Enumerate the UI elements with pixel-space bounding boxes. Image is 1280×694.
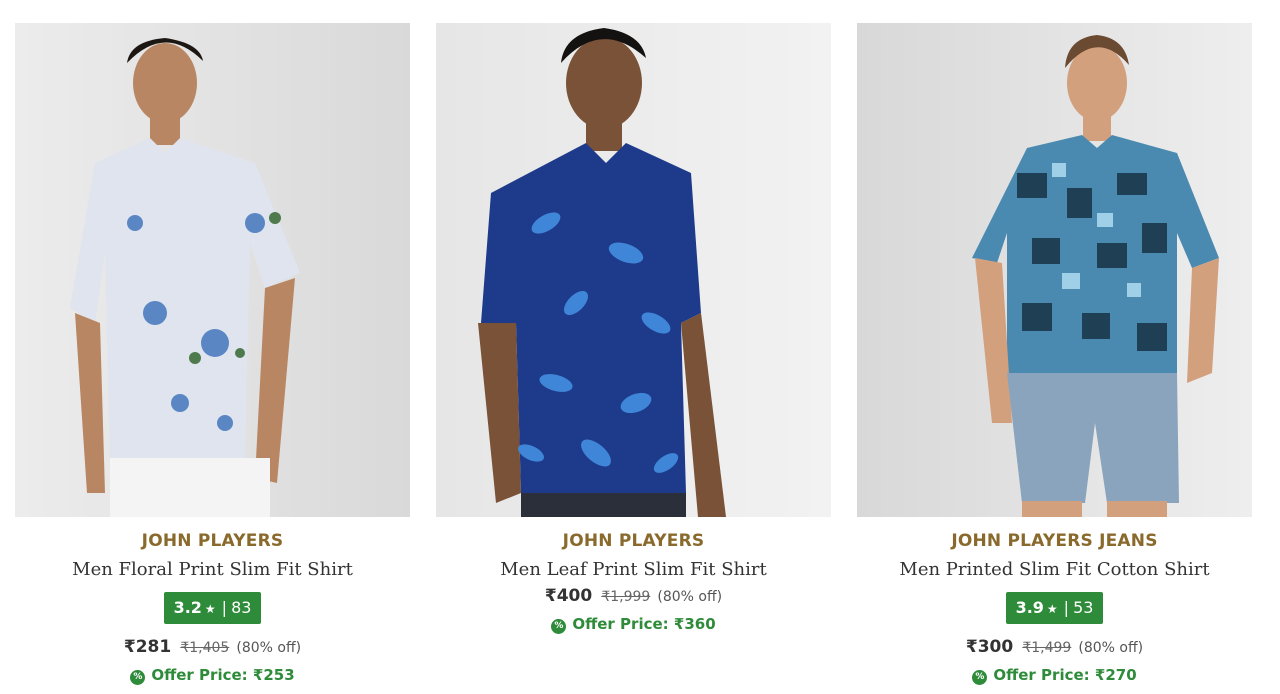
product-brand: JOHN PLAYERS — [562, 531, 705, 551]
product-card[interactable]: JOHN PLAYERS JEANS Men Printed Slim Fit … — [857, 23, 1252, 694]
offer-row: % Offer Price: ₹253 — [15, 663, 410, 687]
product-name[interactable]: Men Printed Slim Fit Cotton Shirt — [857, 557, 1252, 583]
percent-badge-icon: % — [551, 619, 567, 634]
product-card[interactable]: JOHN PLAYERS Men Floral Print Slim Fit S… — [15, 23, 410, 694]
selling-price: ₹281 — [123, 637, 172, 657]
offer-price: ₹253 — [252, 666, 295, 684]
rating-value: 3.9 — [1015, 598, 1044, 617]
rating-count: 53 — [1073, 598, 1094, 617]
offer-price: ₹360 — [673, 615, 716, 633]
rating-count: 83 — [231, 598, 252, 617]
product-brand: JOHN PLAYERS — [141, 531, 284, 551]
product-name[interactable]: Men Leaf Print Slim Fit Shirt — [436, 557, 831, 583]
percent-badge-icon: % — [130, 670, 146, 685]
mrp-price: ₹1,499 — [1022, 640, 1072, 656]
selling-price: ₹300 — [965, 637, 1014, 657]
star-icon: ★ — [1046, 602, 1058, 616]
rating-separator: | — [1063, 598, 1070, 617]
product-image[interactable] — [857, 23, 1252, 517]
product-image[interactable] — [436, 23, 831, 517]
rating-container: 3.9 ★ | 53 — [857, 592, 1252, 624]
discount-label: (80% off) — [1078, 640, 1144, 656]
star-icon: ★ — [204, 602, 216, 616]
selling-price: ₹400 — [544, 586, 593, 606]
offer-label: Offer Price: — [572, 615, 669, 633]
product-grid: JOHN PLAYERS Men Floral Print Slim Fit S… — [0, 0, 1280, 694]
rating-separator: | — [221, 598, 228, 617]
rating-badge: 3.9 ★ | 53 — [1005, 592, 1104, 624]
offer-row: % Offer Price: ₹270 — [857, 663, 1252, 687]
price-row: ₹300 ₹1,499 (80% off) — [857, 634, 1252, 660]
product-image[interactable] — [15, 23, 410, 517]
discount-label: (80% off) — [236, 640, 302, 656]
product-name[interactable]: Men Floral Print Slim Fit Shirt — [15, 557, 410, 583]
percent-badge-icon: % — [972, 670, 988, 685]
discount-label: (80% off) — [657, 589, 723, 605]
offer-label: Offer Price: — [993, 666, 1090, 684]
product-card[interactable]: JOHN PLAYERS Men Leaf Print Slim Fit Shi… — [436, 23, 831, 694]
product-image-illustration — [857, 23, 1252, 517]
offer-row: % Offer Price: ₹360 — [436, 612, 831, 636]
product-brand: JOHN PLAYERS JEANS — [951, 531, 1158, 551]
price-row: ₹281 ₹1,405 (80% off) — [15, 634, 410, 660]
product-image-illustration — [15, 23, 410, 517]
rating-container: 3.2 ★ | 83 — [15, 592, 410, 624]
offer-price: ₹270 — [1094, 666, 1137, 684]
mrp-price: ₹1,999 — [601, 589, 651, 605]
mrp-price: ₹1,405 — [180, 640, 230, 656]
offer-label: Offer Price: — [151, 666, 248, 684]
rating-badge: 3.2 ★ | 83 — [163, 592, 262, 624]
product-image-illustration — [436, 23, 831, 517]
price-row: ₹400 ₹1,999 (80% off) — [436, 583, 831, 609]
rating-value: 3.2 — [173, 598, 202, 617]
